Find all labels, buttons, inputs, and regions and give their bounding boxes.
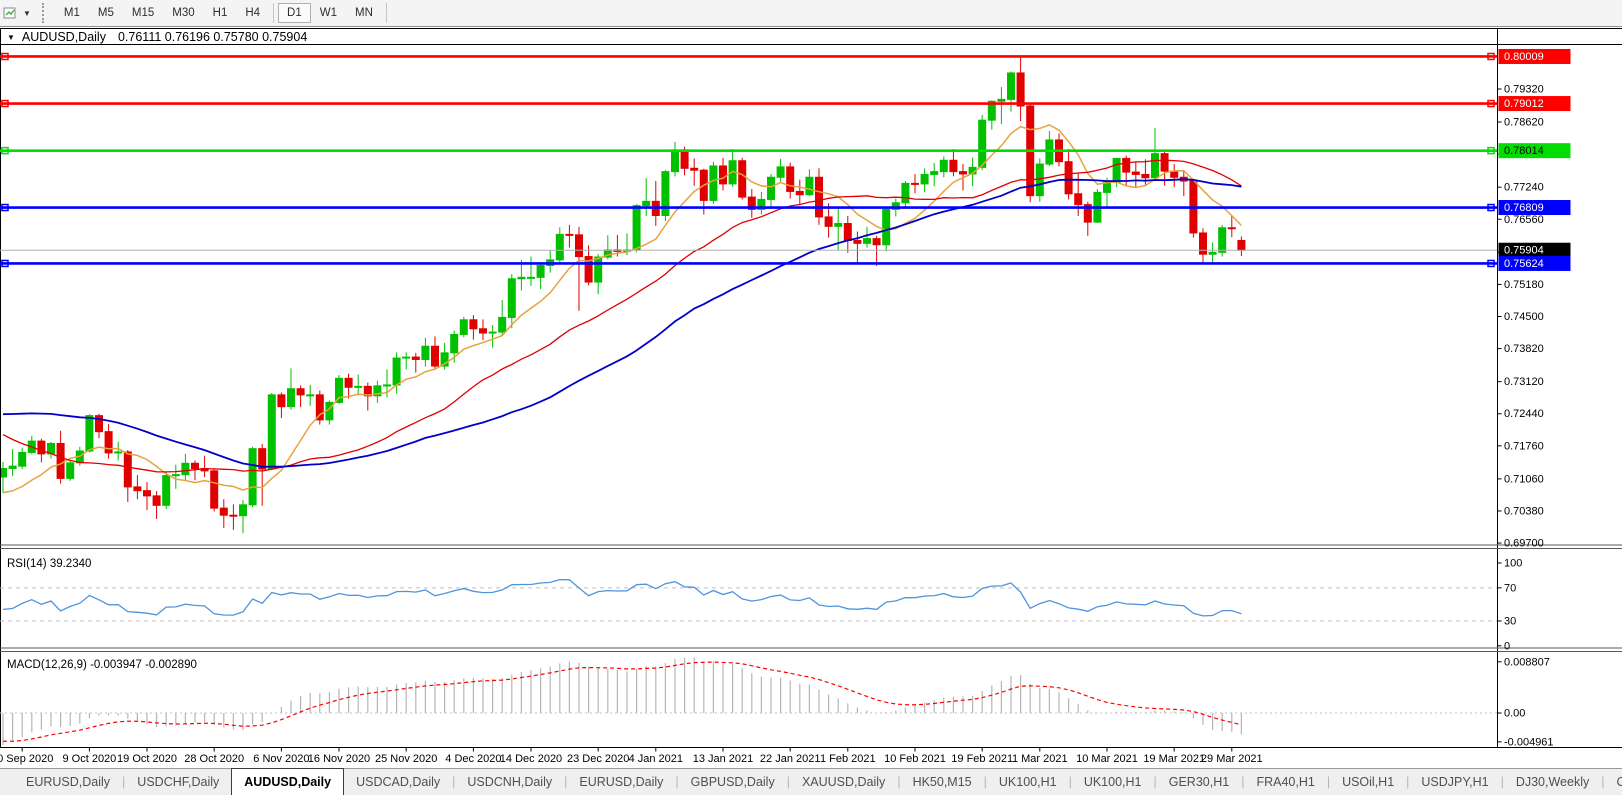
chart-tool-dropdown-caret-icon[interactable]: ▼ [20, 9, 34, 18]
timeframe-button-M30[interactable]: M30 [163, 3, 203, 23]
time-axis-label: 28 Oct 2020 [184, 753, 244, 765]
toolbar-tool-group: ▼ [0, 4, 38, 22]
svg-text:0.75624: 0.75624 [1504, 258, 1544, 270]
ma-slow-line [3, 179, 1241, 467]
svg-text:0.72440: 0.72440 [1504, 408, 1544, 420]
svg-text:0.79320: 0.79320 [1504, 84, 1544, 96]
svg-text:0.80009: 0.80009 [1504, 51, 1544, 63]
svg-text:0.76809: 0.76809 [1504, 202, 1544, 214]
chart-tab-CHINA300-H1[interactable]: CHINA300,H1 [1605, 769, 1622, 795]
chart-tab-USDCNH-Daily[interactable]: USDCNH,Daily [455, 769, 564, 795]
svg-text:0.75904: 0.75904 [1504, 245, 1544, 257]
chart-tab-UK100-H1[interactable]: UK100,H1 [987, 769, 1069, 795]
macd-label: MACD(12,26,9) -0.003947 -0.002890 [7, 659, 197, 671]
chart-tab-GER30-H1[interactable]: GER30,H1 [1157, 769, 1241, 795]
svg-text:0.76560: 0.76560 [1504, 214, 1544, 226]
chart-title-bar: ▼ AUDUSD,Daily 0.76111 0.76196 0.75780 0… [7, 30, 307, 44]
svg-text:0.69700: 0.69700 [1504, 538, 1544, 550]
current-price-label: 0.75904 [1499, 243, 1571, 258]
chart-tab-USDCHF-Daily[interactable]: USDCHF,Daily [125, 769, 231, 795]
chart-tab-USDJPY-H1[interactable]: USDJPY,H1 [1409, 769, 1500, 795]
macd-axis-label: 0.00 [1504, 708, 1525, 720]
time-axis-label: 6 Nov 2020 [253, 753, 309, 765]
timeframe-button-D1[interactable]: D1 [278, 3, 311, 23]
time-axis-label: 10 Feb 2021 [884, 753, 946, 765]
chart-tab-HK50-M15[interactable]: HK50,M15 [901, 769, 984, 795]
price-chart-canvas[interactable]: 0.793200.786200.779400.772400.765600.758… [0, 27, 1622, 768]
time-axis-label: 4 Jan 2021 [629, 753, 683, 765]
time-axis-label: 1 Mar 2021 [1012, 753, 1068, 765]
timeframe-button-M1[interactable]: M1 [55, 3, 89, 23]
time-axis-label: 29 Mar 2021 [1201, 753, 1263, 765]
chart-symbol-label: AUDUSD,Daily [22, 30, 106, 44]
svg-text:0.78014: 0.78014 [1504, 145, 1544, 157]
timeframe-button-W1[interactable]: W1 [311, 3, 346, 23]
svg-text:0.74500: 0.74500 [1504, 311, 1544, 323]
svg-text:0.75180: 0.75180 [1504, 279, 1544, 291]
time-axis-label: 4 Dec 2020 [445, 753, 501, 765]
macd-axis-label: -0.004961 [1504, 736, 1554, 748]
chart-window: ▼ AUDUSD,Daily 0.76111 0.76196 0.75780 0… [0, 27, 1622, 768]
chart-tab-XAUUSD-Daily[interactable]: XAUUSD,Daily [790, 769, 897, 795]
rsi-axis-label: 70 [1504, 582, 1516, 594]
chart-tabs-bar: EURUSD,Daily|USDCHF,DailyAUDUSD,DailyUSD… [0, 768, 1622, 795]
time-axis-label: 13 Jan 2021 [693, 753, 754, 765]
collapse-chart-icon[interactable]: ▼ [7, 33, 15, 42]
svg-text:0.73820: 0.73820 [1504, 343, 1544, 355]
toolbar-separator [273, 3, 274, 23]
time-axis-label: 22 Jan 2021 [760, 753, 821, 765]
chart-ohlc-readout: 0.76111 0.76196 0.75780 0.75904 [118, 30, 307, 44]
svg-text:0.71060: 0.71060 [1504, 473, 1544, 485]
timeframe-button-M5[interactable]: M5 [89, 3, 123, 23]
timeframe-button-H4[interactable]: H4 [236, 3, 269, 23]
time-axis-label: 23 Dec 2020 [567, 753, 629, 765]
timeframe-buttons: M1M5M15M30H1H4 D1W1MN [55, 0, 391, 27]
time-axis-label: 19 Oct 2020 [117, 753, 177, 765]
timeframe-button-MN[interactable]: MN [346, 3, 382, 23]
rsi-axis-label: 100 [1504, 558, 1522, 570]
chart-tab-UK100-H1[interactable]: UK100,H1 [1072, 769, 1154, 795]
timeframe-button-M15[interactable]: M15 [123, 3, 163, 23]
chart-tab-AUDUSD-Daily[interactable]: AUDUSD,Daily [231, 768, 344, 795]
macd-signal-line [3, 662, 1241, 741]
chart-tab-EURUSD-Daily[interactable]: EURUSD,Daily [14, 769, 122, 795]
time-axis[interactable]: 30 Sep 2020 9 Oct 202019 Oct 2020 28 Oct 2… [0, 753, 1263, 765]
rsi-line [3, 580, 1241, 616]
chart-tab-DJ30-Weekly[interactable]: DJ30,Weekly [1504, 769, 1601, 795]
time-axis-label: 19 Mar 2021 [1143, 753, 1205, 765]
toolbar-separator [386, 3, 387, 23]
chart-tab-GBPUSD-Daily[interactable]: GBPUSD,Daily [679, 769, 787, 795]
time-axis-label: 9 Oct 2020 [62, 753, 116, 765]
time-axis-label: 16 Nov 2020 [308, 753, 370, 765]
svg-text:0.79012: 0.79012 [1504, 98, 1544, 110]
svg-text:0.77240: 0.77240 [1504, 182, 1544, 194]
svg-text:0.78620: 0.78620 [1504, 117, 1544, 129]
chart-tab-USDCAD-Daily[interactable]: USDCAD,Daily [344, 769, 452, 795]
rsi-label: RSI(14) 39.2340 [7, 558, 91, 570]
time-axis-label: 14 Dec 2020 [500, 753, 562, 765]
svg-text:0.71760: 0.71760 [1504, 440, 1544, 452]
rsi-axis-label: 30 [1504, 615, 1516, 627]
chart-pointer-tool-icon[interactable] [2, 4, 20, 22]
svg-text:0.70380: 0.70380 [1504, 505, 1544, 517]
toolbar: ▼ M1M5M15M30H1H4 D1W1MN [0, 0, 1622, 27]
mt4-window: ▼ M1M5M15M30H1H4 D1W1MN ▼ AUDUSD,Daily 0.… [0, 0, 1622, 795]
chart-tab-USOil-H1[interactable]: USOil,H1 [1330, 769, 1406, 795]
time-axis-label: 1 Feb 2021 [820, 753, 876, 765]
rsi-axis-label: 0 [1504, 640, 1510, 652]
toolbar-grip[interactable] [42, 3, 49, 23]
time-axis-label: 19 Feb 2021 [951, 753, 1013, 765]
time-axis-label: 10 Mar 2021 [1076, 753, 1138, 765]
svg-text:0.73120: 0.73120 [1504, 376, 1544, 388]
macd-axis-label: 0.008807 [1504, 656, 1550, 668]
time-axis-label: 30 Sep 2020 [0, 753, 53, 765]
chart-tab-EURUSD-Daily[interactable]: EURUSD,Daily [567, 769, 675, 795]
time-axis-label: 25 Nov 2020 [375, 753, 437, 765]
chart-tab-FRA40-H1[interactable]: FRA40,H1 [1244, 769, 1326, 795]
timeframe-button-H1[interactable]: H1 [204, 3, 237, 23]
candles-layer [0, 73, 1245, 516]
